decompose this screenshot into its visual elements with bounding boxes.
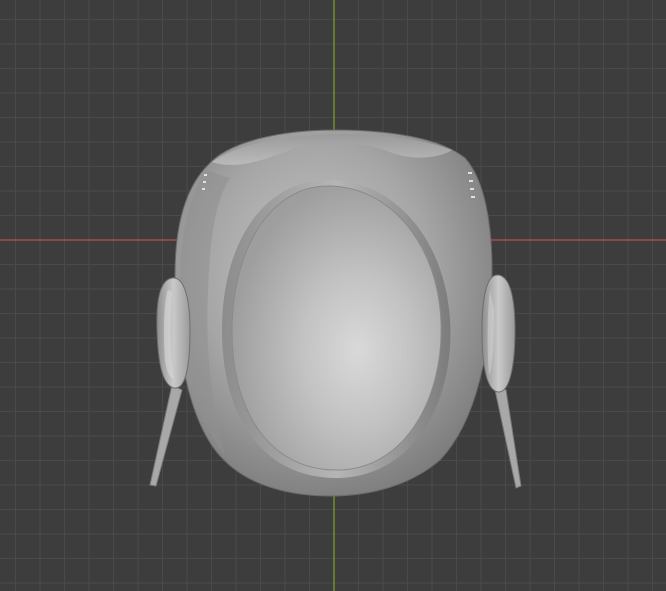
right-ear-piece[interactable] bbox=[481, 274, 516, 393]
3d-viewport[interactable] bbox=[0, 0, 666, 591]
visor[interactable] bbox=[231, 185, 442, 471]
helmet-mesh[interactable] bbox=[149, 129, 522, 497]
viewport-scene[interactable] bbox=[0, 0, 666, 591]
left-ear-piece[interactable] bbox=[156, 277, 191, 389]
